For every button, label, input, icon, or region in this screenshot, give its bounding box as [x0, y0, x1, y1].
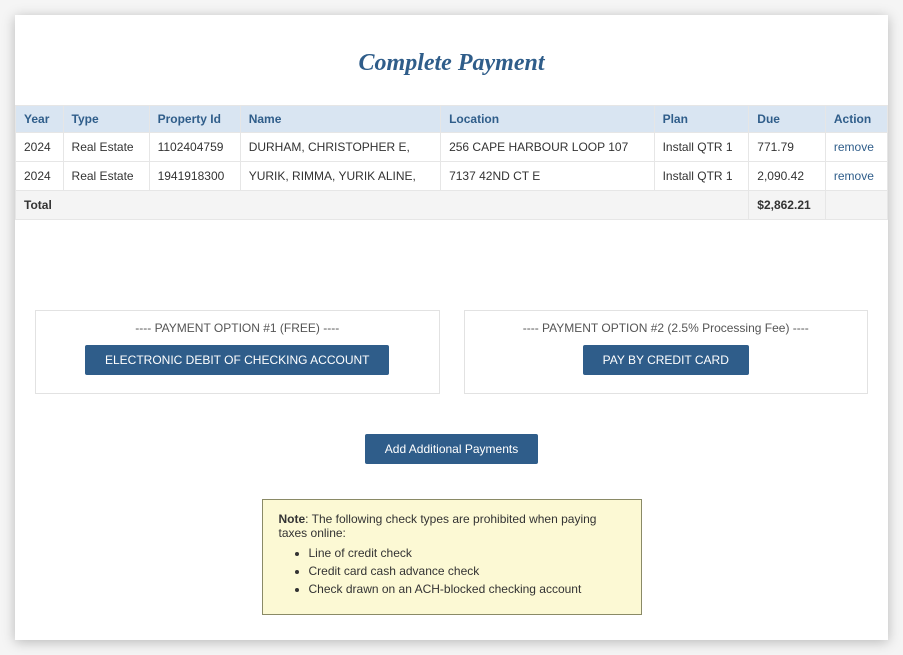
total-label: Total [16, 191, 749, 220]
note-item: Check drawn on an ACH-blocked checking a… [309, 582, 625, 596]
cell-due: 2,090.42 [749, 162, 826, 191]
add-additional-payments-button[interactable]: Add Additional Payments [365, 434, 538, 464]
electronic-debit-button[interactable]: ELECTRONIC DEBIT OF CHECKING ACCOUNT [85, 345, 389, 375]
cell-type: Real Estate [63, 162, 149, 191]
add-payments-wrap: Add Additional Payments [15, 434, 888, 464]
page-title: Complete Payment [15, 50, 888, 77]
remove-link[interactable]: remove [834, 169, 874, 183]
col-name: Name [240, 106, 440, 133]
cell-action: remove [825, 162, 887, 191]
table-row: 2024 Real Estate 1102404759 DURHAM, CHRI… [16, 133, 888, 162]
cell-property-id: 1941918300 [149, 162, 240, 191]
cell-name: YURIK, RIMMA, YURIK ALINE, [240, 162, 440, 191]
table-header-row: Year Type Property Id Name Location Plan… [16, 106, 888, 133]
total-action-empty [825, 191, 887, 220]
remove-link[interactable]: remove [834, 140, 874, 154]
cell-location: 7137 42ND CT E [441, 162, 655, 191]
note-label: Note [279, 512, 306, 526]
col-action: Action [825, 106, 887, 133]
payment-option-2: ---- PAYMENT OPTION #2 (2.5% Processing … [464, 310, 869, 394]
page-wrapper: Complete Payment Year Type Property Id N… [15, 15, 888, 640]
cell-location: 256 CAPE HARBOUR LOOP 107 [441, 133, 655, 162]
col-property-id: Property Id [149, 106, 240, 133]
cell-year: 2024 [16, 133, 64, 162]
total-value: $2,862.21 [749, 191, 826, 220]
cell-year: 2024 [16, 162, 64, 191]
col-location: Location [441, 106, 655, 133]
col-due: Due [749, 106, 826, 133]
cell-action: remove [825, 133, 887, 162]
note-item: Line of credit check [309, 546, 625, 560]
table-total-row: Total $2,862.21 [16, 191, 888, 220]
note-intro: : The following check types are prohibit… [279, 512, 597, 540]
note-list: Line of credit check Credit card cash ad… [309, 546, 625, 596]
option1-title: ---- PAYMENT OPTION #1 (FREE) ---- [48, 321, 427, 335]
col-year: Year [16, 106, 64, 133]
col-type: Type [63, 106, 149, 133]
cell-plan: Install QTR 1 [654, 133, 749, 162]
cell-due: 771.79 [749, 133, 826, 162]
pay-by-credit-card-button[interactable]: PAY BY CREDIT CARD [583, 345, 749, 375]
cell-type: Real Estate [63, 133, 149, 162]
payment-option-1: ---- PAYMENT OPTION #1 (FREE) ---- ELECT… [35, 310, 440, 394]
col-plan: Plan [654, 106, 749, 133]
table-row: 2024 Real Estate 1941918300 YURIK, RIMMA… [16, 162, 888, 191]
note-box: Note: The following check types are proh… [262, 499, 642, 615]
note-item: Credit card cash advance check [309, 564, 625, 578]
cell-plan: Install QTR 1 [654, 162, 749, 191]
cell-property-id: 1102404759 [149, 133, 240, 162]
payment-options-row: ---- PAYMENT OPTION #1 (FREE) ---- ELECT… [35, 310, 868, 394]
cell-name: DURHAM, CHRISTOPHER E, [240, 133, 440, 162]
payments-table: Year Type Property Id Name Location Plan… [15, 105, 888, 220]
option2-title: ---- PAYMENT OPTION #2 (2.5% Processing … [477, 321, 856, 335]
